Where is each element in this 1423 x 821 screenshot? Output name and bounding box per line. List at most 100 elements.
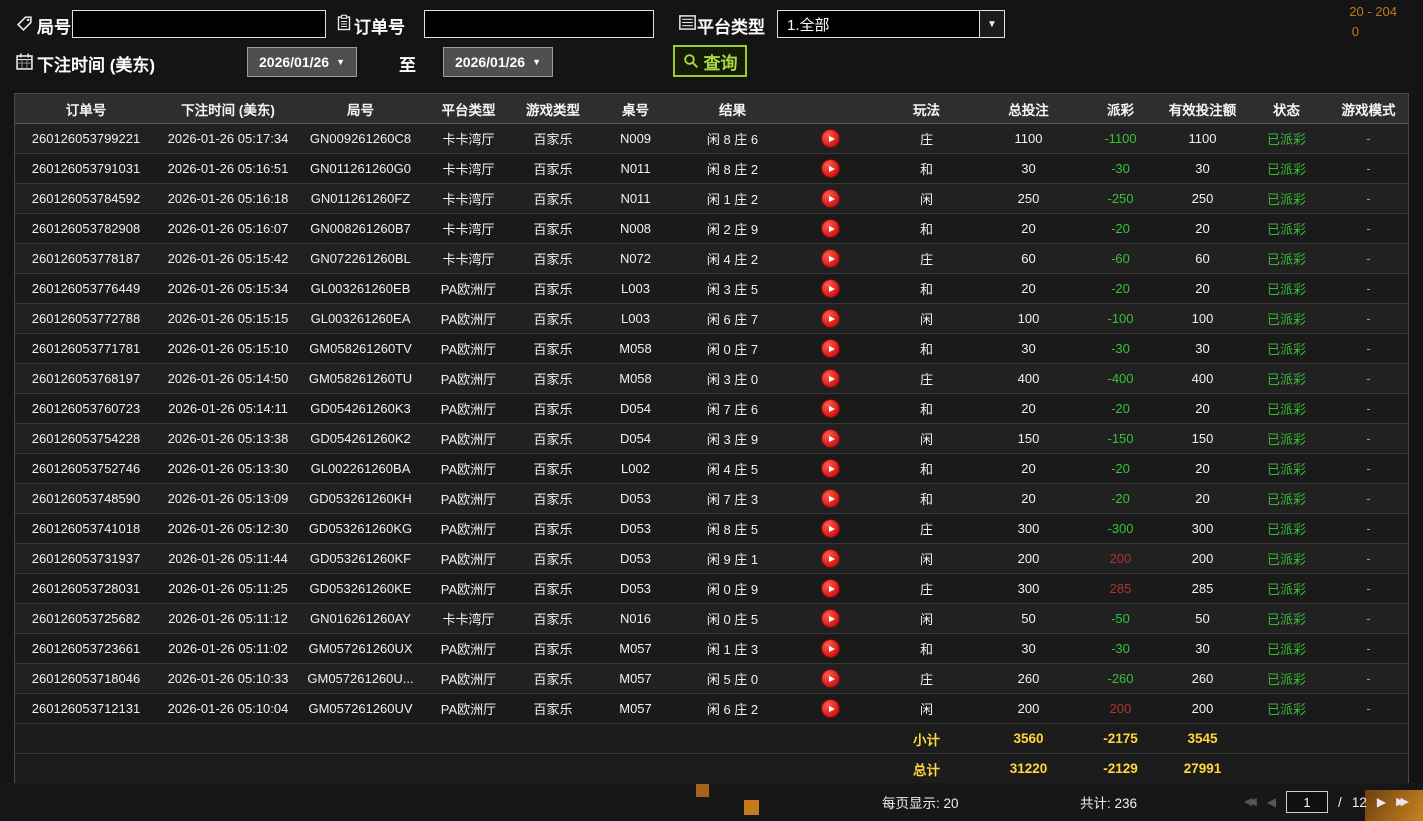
replay-button[interactable] (822, 490, 839, 507)
replay-button[interactable] (822, 580, 839, 597)
prev-page-icon[interactable]: ◀ (1267, 796, 1276, 808)
cell: 闲 2 庄 9 (706, 222, 759, 237)
cell: 260126053712131 (31, 701, 141, 716)
cell: -20 (1111, 461, 1130, 476)
play-icon (828, 495, 835, 502)
date-to-value: 2026/01/26 (455, 54, 526, 70)
cell: 百家乐 (533, 372, 573, 387)
cell (515, 754, 591, 783)
first-page-icon[interactable]: ◀◀ (1244, 796, 1257, 808)
column-header: 平台类型 (441, 102, 496, 118)
replay-button[interactable] (822, 610, 839, 627)
replay-button[interactable] (822, 370, 839, 387)
replay-button[interactable] (822, 460, 839, 477)
cell: 260126053752746 (31, 461, 141, 476)
total-pages-label: 12 (1351, 794, 1367, 810)
cell: 已派彩 (1266, 432, 1306, 447)
column-header (785, 94, 876, 123)
cell: PA欧洲厅 (440, 432, 497, 447)
cell: 50 (1195, 611, 1210, 626)
cell: - (1366, 371, 1371, 386)
date-from-picker[interactable]: 2026/01/26 ▼ (247, 47, 357, 77)
cell: D053 (619, 551, 652, 566)
replay-button[interactable] (822, 340, 839, 357)
replay-cell (785, 334, 876, 363)
cell: 260126053799221 (31, 131, 141, 146)
per-page-label: 每页显示: 20 (882, 796, 959, 811)
column-header: 订单号 (65, 102, 107, 118)
bet-records-table: 订单号 下注时间 (美东) 局号 平台类型 游戏类型 桌号 结果 玩法 总投注 派彩 有效投注额 状态… (14, 93, 1409, 785)
cell: 百家乐 (533, 642, 573, 657)
cell: - (1366, 251, 1371, 266)
cell: -30 (1111, 641, 1130, 656)
replay-button[interactable] (822, 430, 839, 447)
query-button[interactable]: 查询 (673, 45, 747, 77)
play-icon (828, 705, 835, 712)
platform-type-select[interactable]: 1.全部 ▼ (777, 10, 1005, 38)
cell: D053 (619, 491, 652, 506)
cell: 60 (1195, 251, 1210, 266)
subtotal-payout: -2175 (1103, 731, 1138, 746)
cell: 100 (1191, 311, 1214, 326)
cell: PA欧洲厅 (440, 282, 497, 297)
cell: 已派彩 (1266, 642, 1306, 657)
cell: 闲 7 庄 3 (706, 492, 759, 507)
cell: 200 (1109, 701, 1132, 716)
replay-cell (785, 664, 876, 693)
cell: 闲 0 庄 9 (706, 582, 759, 597)
replay-cell (785, 214, 876, 243)
cell: GL003261260EB (310, 281, 411, 296)
table-row: 260126053723661 2026-01-26 05:11:02 GM0572… (15, 634, 1408, 664)
replay-button[interactable] (822, 550, 839, 567)
replay-button[interactable] (822, 190, 839, 207)
replay-button[interactable] (822, 310, 839, 327)
replay-button[interactable] (822, 280, 839, 297)
cell: D054 (619, 431, 652, 446)
cell: L002 (621, 461, 650, 476)
subtotal-total-bet: 3560 (1013, 731, 1044, 746)
cell: - (1366, 161, 1371, 176)
play-icon (828, 165, 835, 172)
replay-button[interactable] (822, 220, 839, 237)
replay-button[interactable] (822, 640, 839, 657)
date-to-picker[interactable]: 2026/01/26 ▼ (443, 47, 553, 77)
cell: 2026-01-26 05:15:15 (167, 311, 289, 326)
last-page-icon[interactable]: ▶▶ (1396, 796, 1409, 808)
page-number-input[interactable] (1286, 791, 1329, 813)
cell: L003 (621, 311, 650, 326)
replay-button[interactable] (822, 400, 839, 417)
next-page-icon[interactable]: ▶ (1377, 796, 1386, 808)
cell: 庄 (919, 672, 933, 687)
cell: 30 (1195, 341, 1210, 356)
cell: 庄 (919, 522, 933, 537)
replay-button[interactable] (822, 520, 839, 537)
replay-button[interactable] (822, 250, 839, 267)
subtotal-valid-bet: 3545 (1187, 731, 1218, 746)
cell: 2026-01-26 05:11:12 (168, 611, 288, 626)
cell: 400 (1017, 371, 1040, 386)
order-id-input[interactable] (424, 10, 654, 38)
replay-button[interactable] (822, 700, 839, 717)
cell: 400 (1191, 371, 1214, 386)
play-icon (828, 285, 835, 292)
cell: 20 (1021, 221, 1036, 236)
cell (157, 754, 299, 783)
replay-button[interactable] (822, 670, 839, 687)
cell: GL003261260EA (310, 311, 411, 326)
cell: -150 (1107, 431, 1134, 446)
replay-button[interactable] (822, 160, 839, 177)
chevron-down-icon: ▼ (979, 11, 1004, 37)
round-id-input[interactable] (72, 10, 326, 38)
cell: 2026-01-26 05:10:33 (167, 671, 289, 686)
cell: PA欧洲厅 (440, 522, 497, 537)
replay-button[interactable] (822, 130, 839, 147)
cell: 闲 8 庄 2 (706, 162, 759, 177)
cell: 200 (1017, 551, 1040, 566)
column-header: 桌号 (622, 102, 649, 118)
cell: 20 (1195, 281, 1210, 296)
bet-time-label: 下注时间 (美东) (37, 56, 156, 75)
cell: 庄 (919, 252, 933, 267)
cell: 260126053731937 (31, 551, 141, 566)
cell: - (1366, 311, 1371, 326)
column-header: 下注时间 (美东) (181, 102, 275, 118)
